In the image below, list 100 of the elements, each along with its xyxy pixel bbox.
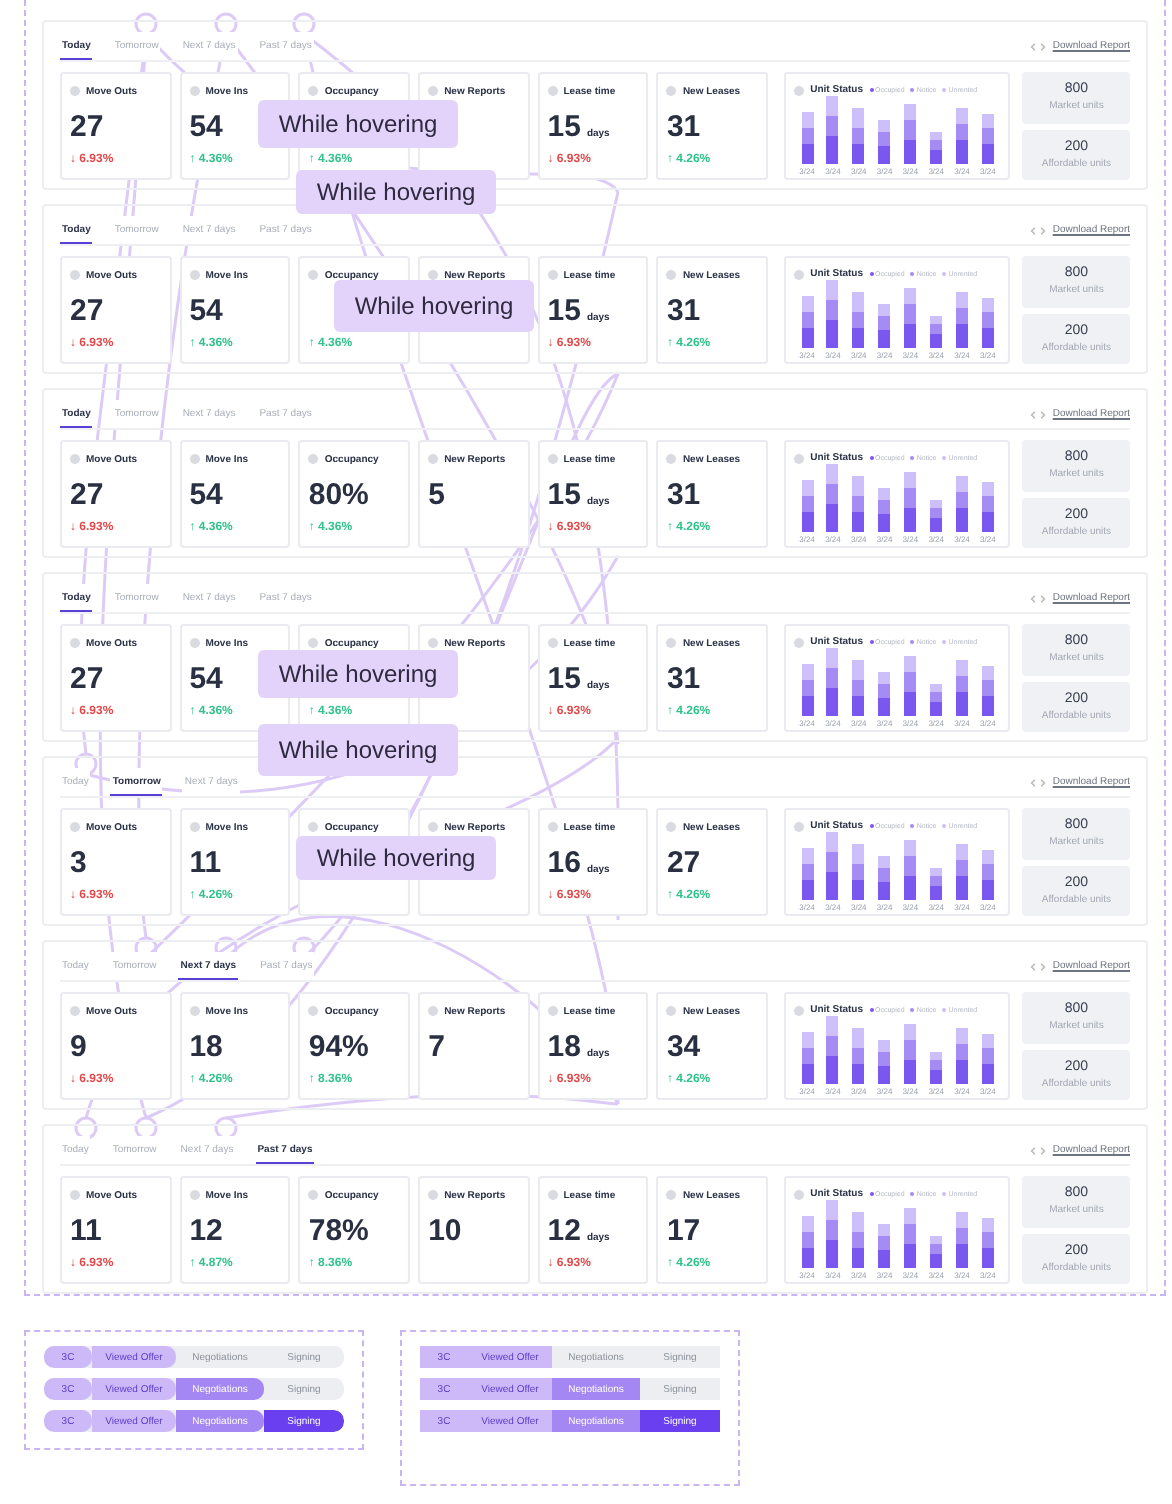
stacked-bar [852,1028,865,1084]
circle-icon [666,1006,677,1016]
stacked-bar [878,1040,891,1084]
stacked-bar [852,292,865,348]
circle-icon [308,86,319,96]
stacked-bar [956,1212,968,1268]
circle-icon [189,270,200,280]
stacked-bar [878,672,891,716]
circle-icon [666,822,677,832]
stacked-bar [904,104,917,164]
stat-value: 11 [189,846,222,880]
circle-icon [547,454,558,464]
stacked-bar [981,666,994,716]
circle-icon [547,822,558,832]
stacked-bar [930,868,943,900]
circle-icon [189,1190,200,1200]
circle-icon [308,270,319,280]
stat-value: 54 [189,478,223,512]
interaction-label: While hovering [258,650,458,698]
stacked-bar [981,1218,994,1268]
circle-icon [666,270,677,280]
stacked-bar [801,1032,814,1084]
circle-icon [794,1189,805,1199]
circle-icon [308,822,319,832]
stat-value: 27 [70,110,104,144]
stacked-bar [826,96,839,164]
stacked-bar [826,832,839,900]
stacked-bar [852,1212,865,1268]
stacked-bar [826,464,839,532]
code-icon [1030,225,1047,235]
stacked-bar [878,120,891,164]
circle-icon [70,638,80,648]
stat-value: 7 [428,1030,445,1064]
stacked-bar [904,1208,917,1268]
stat-value: 16 [547,846,581,880]
circle-icon [666,454,677,464]
stat-value: 31 [666,478,701,512]
circle-icon [308,1006,319,1016]
circle-icon [666,1190,677,1200]
stat-value: 94% [308,1030,369,1064]
stacked-bar [878,304,891,348]
circle-icon [547,86,558,96]
stacked-bar [956,660,968,716]
stacked-bar [826,648,839,716]
circle-icon [547,1006,558,1016]
circle-icon [308,454,319,464]
code-icon [1030,961,1047,971]
circle-icon [189,638,200,648]
stacked-bar [852,660,865,716]
stat-value: 12 [189,1214,223,1248]
stat-value: 11 [70,1214,102,1248]
stacked-bar [904,840,917,900]
circle-icon [189,822,200,832]
stacked-bar [956,476,968,532]
code-icon [1030,1145,1047,1155]
circle-icon [70,86,80,96]
code-icon [1030,41,1047,51]
circle-icon [547,638,558,648]
code-icon [1030,777,1047,787]
stacked-bar [930,316,943,348]
stat-value: 3 [70,846,87,880]
code-icon [1030,593,1047,603]
circle-icon [794,637,805,647]
circle-icon [428,270,439,280]
stat-value: 15 [547,110,581,144]
stacked-bar [981,114,994,164]
stat-value: 5 [428,478,445,512]
stat-value: 15 [547,662,581,696]
stat-value: 17 [666,1214,701,1248]
circle-icon [794,1005,805,1015]
stacked-bar [826,1200,839,1268]
circle-icon [794,269,805,279]
stacked-bar [904,1024,917,1084]
circle-icon [189,86,200,96]
circle-icon [666,638,677,648]
stacked-bar [981,1034,994,1084]
stacked-bar [852,476,865,532]
circle-icon [428,638,439,648]
stat-value: 12 [547,1214,581,1248]
stacked-bar [956,844,968,900]
circle-icon [70,822,80,832]
stat-value: 27 [70,294,104,328]
stacked-bar [852,108,865,164]
stat-value: 18 [547,1030,581,1064]
circle-icon [794,85,805,95]
stacked-bar [930,500,943,532]
circle-icon [189,1006,200,1016]
stacked-bar [801,664,814,716]
circle-icon [70,1190,80,1200]
stacked-bar [930,1052,943,1084]
stat-value: 18 [189,1030,223,1064]
stacked-bar [904,656,917,716]
circle-icon [794,453,805,463]
stat-value: 31 [666,662,701,696]
stat-value: 9 [70,1030,87,1064]
circle-icon [70,454,80,464]
stat-value: 15 [547,478,581,512]
stat-value: 27 [70,662,104,696]
stacked-bar [801,480,814,532]
stat-value: 80% [308,478,369,512]
